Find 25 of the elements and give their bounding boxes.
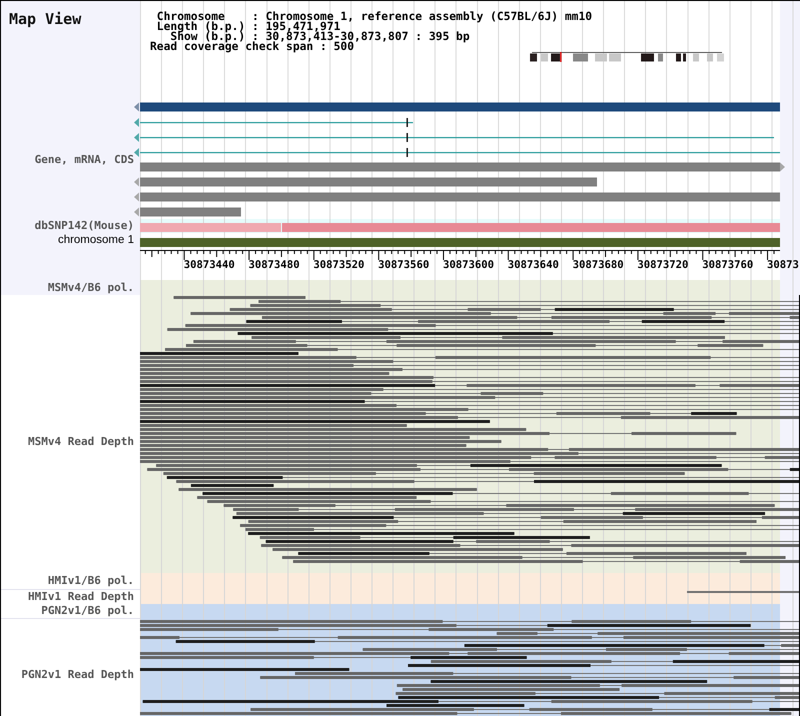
ruler-label: 30873520 [313,259,364,271]
ruler-label: 30873560 [378,259,430,271]
info-line: Chromosome : Chromosome 1, reference assembly (C57BL/6J) mm10 [156,12,594,22]
position-marker [560,52,562,62]
ruler-label: 30873640 [508,259,559,271]
track-label: dbSNP142(Mouse) [34,220,134,232]
ruler-label: 30873600 [442,259,494,271]
track-label: HMIv1/B6 pol. [48,575,134,587]
track-label: MSMv4/B6 pol. [48,282,134,294]
ruler-label: 30873760 [702,259,754,271]
track-label: PGN2v1 Read Depth [21,669,134,681]
ruler-label: 30873 [767,259,799,271]
info-line: Show (b.p.) : 30,873,413-30,873,807 : 395 bp [170,32,471,42]
track-label: chromosome 1 [58,234,134,247]
ruler-label: 30873440 [184,259,235,271]
track-label: PGN2v1/B6 pol. [41,605,134,617]
ruler-label: 30873680 [572,259,624,271]
view-title: Map View [9,11,82,27]
info-line: Length (b.p.) : 195,471,971 [156,22,340,32]
track-label: MSMv4 Read Depth [28,436,134,448]
track-label: Gene, mRNA, CDS [34,154,134,166]
ruler-label: 30873720 [637,259,688,271]
ruler-label: 30873480 [248,259,300,271]
info-line: Read coverage check span : 500 [150,42,354,52]
track-label: HMIv1 Read Depth [28,591,134,603]
